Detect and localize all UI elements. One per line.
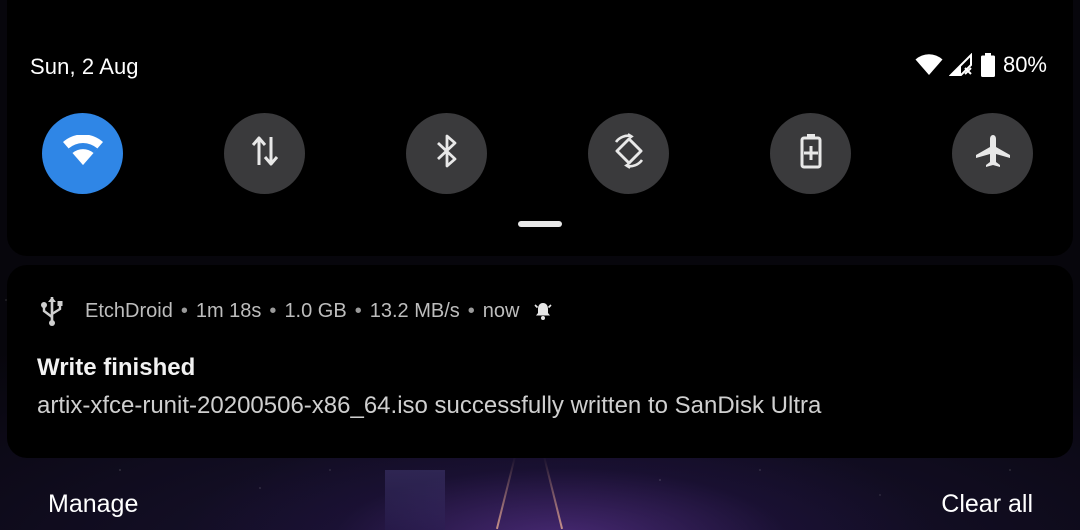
battery-saver-icon (800, 133, 822, 174)
alert-bell-icon (533, 301, 553, 321)
signal-no-service-icon (948, 53, 975, 77)
notification-title: Write finished (37, 354, 196, 381)
notification-app-name: EtchDroid (85, 299, 173, 322)
notification-elapsed: 1m 18s (195, 299, 262, 322)
airplane-icon (974, 133, 1012, 174)
notification-size: 1.0 GB (284, 299, 347, 322)
wifi-icon (915, 54, 943, 76)
wifi-icon (62, 134, 104, 172)
separator-dot: • (354, 299, 362, 322)
status-date: Sun, 2 Aug (30, 54, 139, 79)
quick-settings-tiles (42, 113, 1042, 194)
battery-percent: 80% (1002, 52, 1047, 77)
battery-icon (980, 53, 995, 77)
separator-dot: • (467, 299, 475, 322)
quick-settings-panel: Sun, 2 Aug 80% (7, 0, 1073, 256)
tile-mobile-data[interactable] (224, 113, 305, 194)
separator-dot: • (180, 299, 188, 322)
separator-dot: • (269, 299, 277, 322)
status-icons: 80% (915, 52, 1047, 78)
bluetooth-icon (435, 133, 459, 174)
clear-all-button[interactable]: Clear all (941, 490, 1033, 519)
wallpaper-structure (385, 470, 445, 530)
usb-icon (39, 295, 65, 327)
notification-card[interactable]: EtchDroid • 1m 18s • 1.0 GB • 13.2 MB/s … (7, 265, 1073, 458)
tile-auto-rotate[interactable] (588, 113, 669, 194)
drag-handle[interactable] (518, 221, 562, 227)
tile-battery-saver[interactable] (770, 113, 851, 194)
tile-bluetooth[interactable] (406, 113, 487, 194)
notification-text: artix-xfce-runit-20200506-x86_64.iso suc… (37, 392, 822, 419)
notification-shade: Sun, 2 Aug 80% EtchDroid • 1m 18s • 1.0 … (0, 0, 1080, 530)
notification-speed: 13.2 MB/s (369, 299, 460, 322)
manage-button[interactable]: Manage (48, 490, 138, 519)
notification-header: EtchDroid • 1m 18s • 1.0 GB • 13.2 MB/s … (39, 295, 553, 327)
notification-time: now (482, 299, 520, 322)
rotate-icon (611, 133, 647, 174)
data-arrows-icon (251, 135, 279, 172)
tile-airplane-mode[interactable] (952, 113, 1033, 194)
tile-wifi[interactable] (42, 113, 123, 194)
